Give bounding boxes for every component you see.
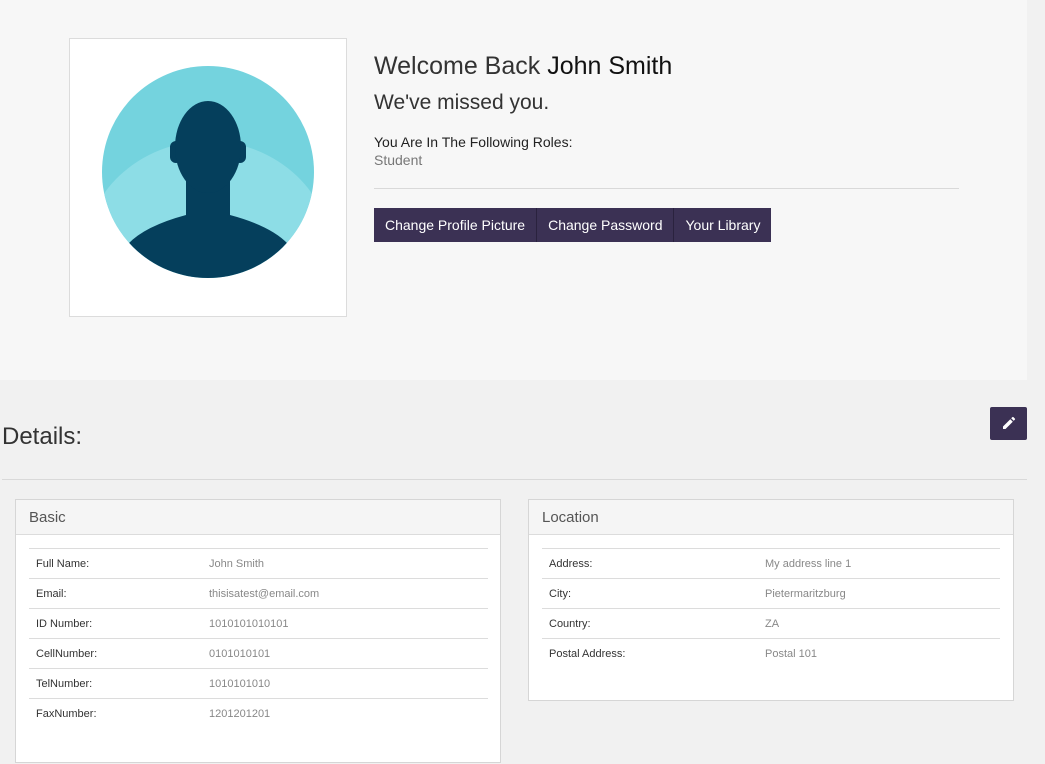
field-value: John Smith <box>209 557 265 570</box>
basic-panel: Basic Full Name: John Smith Email: thisi… <box>15 499 501 763</box>
divider <box>374 188 959 189</box>
table-row: Full Name: John Smith <box>29 548 488 578</box>
avatar <box>69 38 347 317</box>
field-value: thisisatest@email.com <box>209 587 320 600</box>
panel-heading: Basic <box>16 500 500 535</box>
field-label: Address: <box>549 557 593 570</box>
field-label: TelNumber: <box>36 677 93 690</box>
location-panel: Location Address: My address line 1 City… <box>528 499 1014 701</box>
pencil-icon <box>1003 416 1016 429</box>
table-row: Address: My address line 1 <box>542 548 1000 578</box>
user-name: John Smith <box>547 52 673 80</box>
change-password-button[interactable]: Change Password <box>537 208 675 242</box>
roles-value: Student <box>374 152 423 168</box>
edit-details-button[interactable] <box>990 407 1027 440</box>
panel-heading: Location <box>529 500 1013 535</box>
table-row: Postal Address: Postal 101 <box>542 638 1000 668</box>
profile-header: Welcome Back John Smith We've missed you… <box>0 0 1027 380</box>
divider <box>2 479 1027 480</box>
field-value: My address line 1 <box>765 557 852 570</box>
missed-message: We've missed you. <box>374 91 550 114</box>
welcome-prefix: Welcome Back <box>374 52 541 80</box>
field-label: City: <box>549 587 571 600</box>
table-row: City: Pietermaritzburg <box>542 578 1000 608</box>
field-label: FaxNumber: <box>36 707 97 720</box>
table-row: ID Number: 1010101010101 <box>29 608 488 638</box>
roles-label: You Are In The Following Roles: <box>374 134 573 150</box>
table-row: Country: ZA <box>542 608 1000 638</box>
your-library-button[interactable]: Your Library <box>674 208 772 242</box>
location-table: Address: My address line 1 City: Pieterm… <box>542 548 1000 668</box>
field-value: Pietermaritzburg <box>765 587 846 600</box>
field-label: CellNumber: <box>36 647 98 660</box>
table-row: CellNumber: 0101010101 <box>29 638 488 668</box>
field-label: Full Name: <box>36 557 90 570</box>
field-value: ZA <box>765 617 780 630</box>
field-label: Postal Address: <box>549 647 626 660</box>
field-value: 1010101010 <box>209 677 271 690</box>
table-row: Email: thisisatest@email.com <box>29 578 488 608</box>
field-label: ID Number: <box>36 617 93 630</box>
field-label: Country: <box>549 617 591 630</box>
profile-actions: Change Profile Picture Change Password Y… <box>374 208 772 242</box>
table-row: TelNumber: 1010101010 <box>29 668 488 698</box>
details-title: Details: <box>2 423 83 450</box>
field-value: Postal 101 <box>765 647 817 660</box>
basic-table: Full Name: John Smith Email: thisisatest… <box>29 548 488 728</box>
field-value: 1201201201 <box>209 707 271 720</box>
change-profile-picture-button[interactable]: Change Profile Picture <box>374 208 538 242</box>
field-value: 0101010101 <box>209 647 271 660</box>
field-value: 1010101010101 <box>209 617 289 630</box>
user-silhouette-icon <box>102 66 314 278</box>
field-label: Email: <box>36 587 67 600</box>
table-row: FaxNumber: 1201201201 <box>29 698 488 728</box>
welcome-heading: Welcome Back John Smith <box>374 52 672 81</box>
